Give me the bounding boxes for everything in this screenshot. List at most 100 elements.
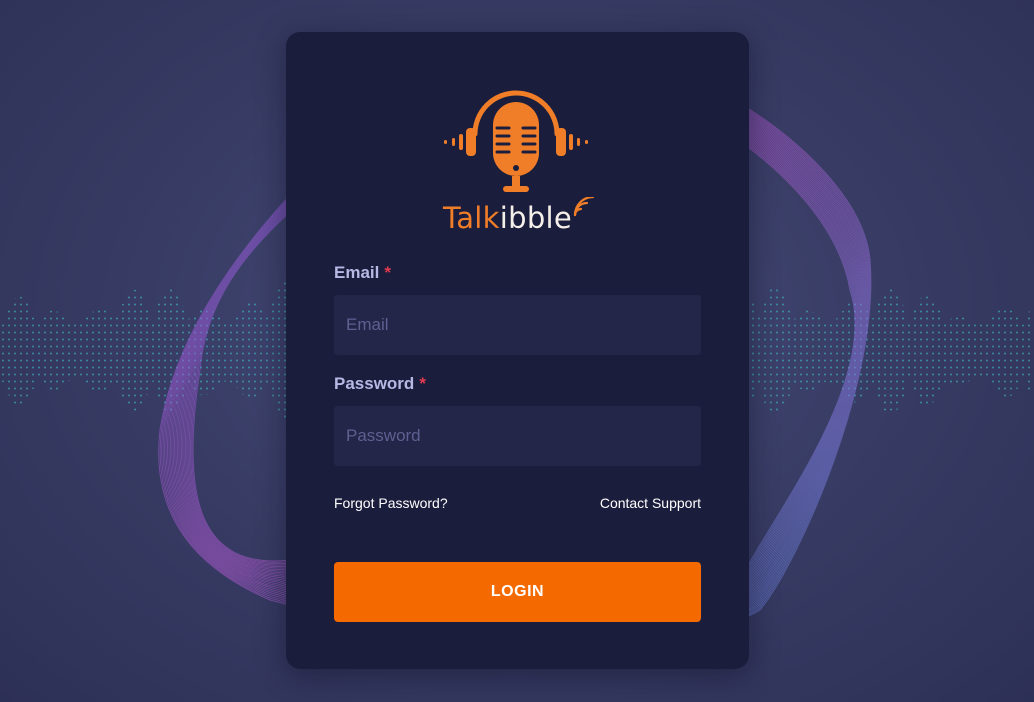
equalizer-dot-column	[260, 309, 263, 393]
microphone-headphones-logo-icon	[444, 90, 588, 192]
brand-wordmark: Talk ibble	[443, 197, 595, 235]
equalizer-dot-column	[44, 314, 47, 388]
equalizer-dot-column	[806, 309, 809, 393]
equalizer-dot-column	[224, 320, 227, 382]
equalizer-dot-column	[992, 316, 995, 386]
equalizer-dot-column	[116, 317, 119, 385]
equalizer-dot-column	[1028, 311, 1031, 391]
equalizer-dot-column	[242, 307, 245, 395]
equalizer-dot-column	[14, 298, 17, 404]
equalizer-dot-column	[146, 306, 149, 396]
contact-support-link[interactable]: Contact Support	[600, 495, 701, 511]
equalizer-dot-column	[908, 321, 911, 381]
equalizer-dot-column	[956, 315, 959, 387]
equalizer-dot-column	[80, 322, 83, 380]
signal-waves-icon	[573, 197, 595, 217]
equalizer-dot-column	[254, 302, 257, 400]
equalizer-dot-column	[50, 310, 53, 392]
equalizer-dot-column	[278, 287, 281, 415]
email-required-marker: *	[384, 263, 391, 282]
equalizer-dot-column	[974, 322, 977, 380]
equalizer-dot-column	[1004, 305, 1007, 397]
equalizer-dot-column	[164, 292, 167, 410]
equalizer-dot-column	[776, 287, 779, 415]
equalizer-dot-column	[104, 309, 107, 393]
equalizer-dot-column	[1022, 324, 1025, 378]
equalizer-dot-column	[884, 291, 887, 411]
equalizer-dot-column	[800, 313, 803, 389]
equalizer-dot-column	[98, 308, 101, 394]
equalizer-dot-column	[26, 302, 29, 400]
login-card: Talkibble Email* Password* Forgot Passwo…	[286, 32, 749, 669]
equalizer-dot-column	[944, 319, 947, 383]
email-label: Email *	[334, 263, 391, 283]
equalizer-dot-column	[152, 320, 155, 382]
equalizer-dot-column	[878, 303, 881, 399]
equalizer-dot-column	[8, 306, 11, 396]
equalizer-dot-column	[998, 309, 1001, 393]
equalizer-dot-column	[920, 297, 923, 405]
equalizer-dot-column	[890, 287, 893, 415]
equalizer-dot-column	[986, 322, 989, 380]
equalizer-dot-column	[158, 303, 161, 399]
email-label-text: Email	[334, 263, 380, 282]
password-label-text: Password	[334, 374, 415, 393]
equalizer-dot-column	[842, 311, 845, 391]
password-required-marker: *	[419, 374, 426, 393]
equalizer-dot-column	[938, 309, 941, 393]
equalizer-dot-column	[272, 301, 275, 401]
equalizer-dot-column	[794, 318, 797, 384]
equalizer-dot-column	[1016, 313, 1019, 389]
equalizer-dot-column	[818, 317, 821, 385]
equalizer-dot-column	[266, 317, 269, 385]
equalizer-dot-column	[86, 317, 89, 385]
equalizer-dot-column	[782, 294, 785, 408]
equalizer-dot-column	[788, 306, 791, 396]
equalizer-dot-column	[122, 304, 125, 398]
equalizer-dot-column	[92, 311, 95, 391]
brand-name-part2: ibble	[499, 201, 573, 235]
equalizer-dot-column	[770, 288, 773, 414]
equalizer-dot-column	[914, 308, 917, 394]
equalizer-dot-column	[68, 320, 71, 382]
equalizer-dot-column	[752, 303, 755, 399]
equalizer-dot-column	[110, 316, 113, 386]
equalizer-dot-column	[962, 316, 965, 386]
equalizer-dot-column	[236, 314, 239, 388]
equalizer-dot-column	[896, 292, 899, 410]
equalizer-dot-column	[212, 311, 215, 391]
password-label: Password *	[334, 374, 426, 394]
equalizer-dot-column	[872, 318, 875, 384]
equalizer-dot-column	[1010, 306, 1013, 396]
password-input[interactable]	[334, 406, 701, 466]
equalizer-dot-column	[248, 301, 251, 401]
equalizer-dot-column	[230, 319, 233, 383]
equalizer-dot-column	[134, 289, 137, 413]
equalizer-dot-column	[764, 299, 767, 403]
equalizer-dot-column	[812, 312, 815, 390]
email-input[interactable]	[334, 295, 701, 355]
equalizer-dot-column	[758, 316, 761, 386]
equalizer-dot-column	[128, 293, 131, 409]
equalizer-dot-column	[38, 323, 41, 379]
equalizer-dot-column	[56, 311, 59, 391]
equalizer-dot-column	[932, 299, 935, 403]
equalizer-dot-column	[968, 320, 971, 382]
equalizer-dot-column	[2, 320, 5, 382]
equalizer-dot-column	[62, 316, 65, 386]
equalizer-dot-column	[218, 317, 221, 385]
equalizer-dot-column	[950, 318, 953, 384]
equalizer-dot-column	[926, 295, 929, 407]
equalizer-dot-column	[902, 304, 905, 398]
equalizer-dot-column	[836, 318, 839, 384]
equalizer-dot-column	[980, 322, 983, 380]
equalizer-dot-column	[140, 294, 143, 408]
forgot-password-link[interactable]: Forgot Password?	[334, 495, 448, 511]
equalizer-dot-column	[32, 313, 35, 389]
equalizer-dot-column	[74, 323, 77, 379]
equalizer-dot-column	[824, 320, 827, 382]
brand-name-part1: Talk	[443, 201, 500, 235]
equalizer-dot-column	[830, 319, 833, 383]
login-button[interactable]: LOGIN	[334, 562, 701, 622]
equalizer-dot-column	[20, 296, 23, 406]
